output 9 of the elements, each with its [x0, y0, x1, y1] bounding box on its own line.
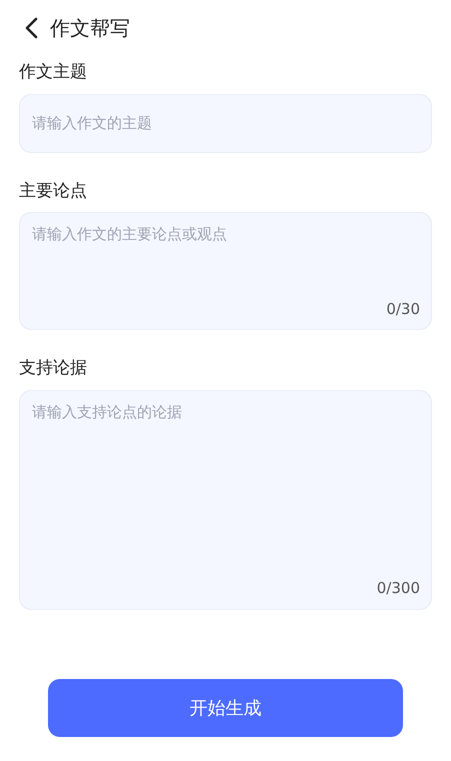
field-label: 支持论据: [19, 357, 88, 380]
char-counter: 0/30: [386, 298, 420, 320]
field-label: 作文主题: [19, 61, 88, 84]
field-label: 主要论点: [19, 180, 88, 202]
page-title: 作文帮写: [50, 15, 130, 42]
generate-button[interactable]: 开始生成: [48, 679, 403, 737]
input-field[interactable]: 请输入作文的主题: [19, 94, 432, 152]
char-counter: 0/300: [376, 578, 420, 599]
back-icon[interactable]: [24, 17, 40, 39]
